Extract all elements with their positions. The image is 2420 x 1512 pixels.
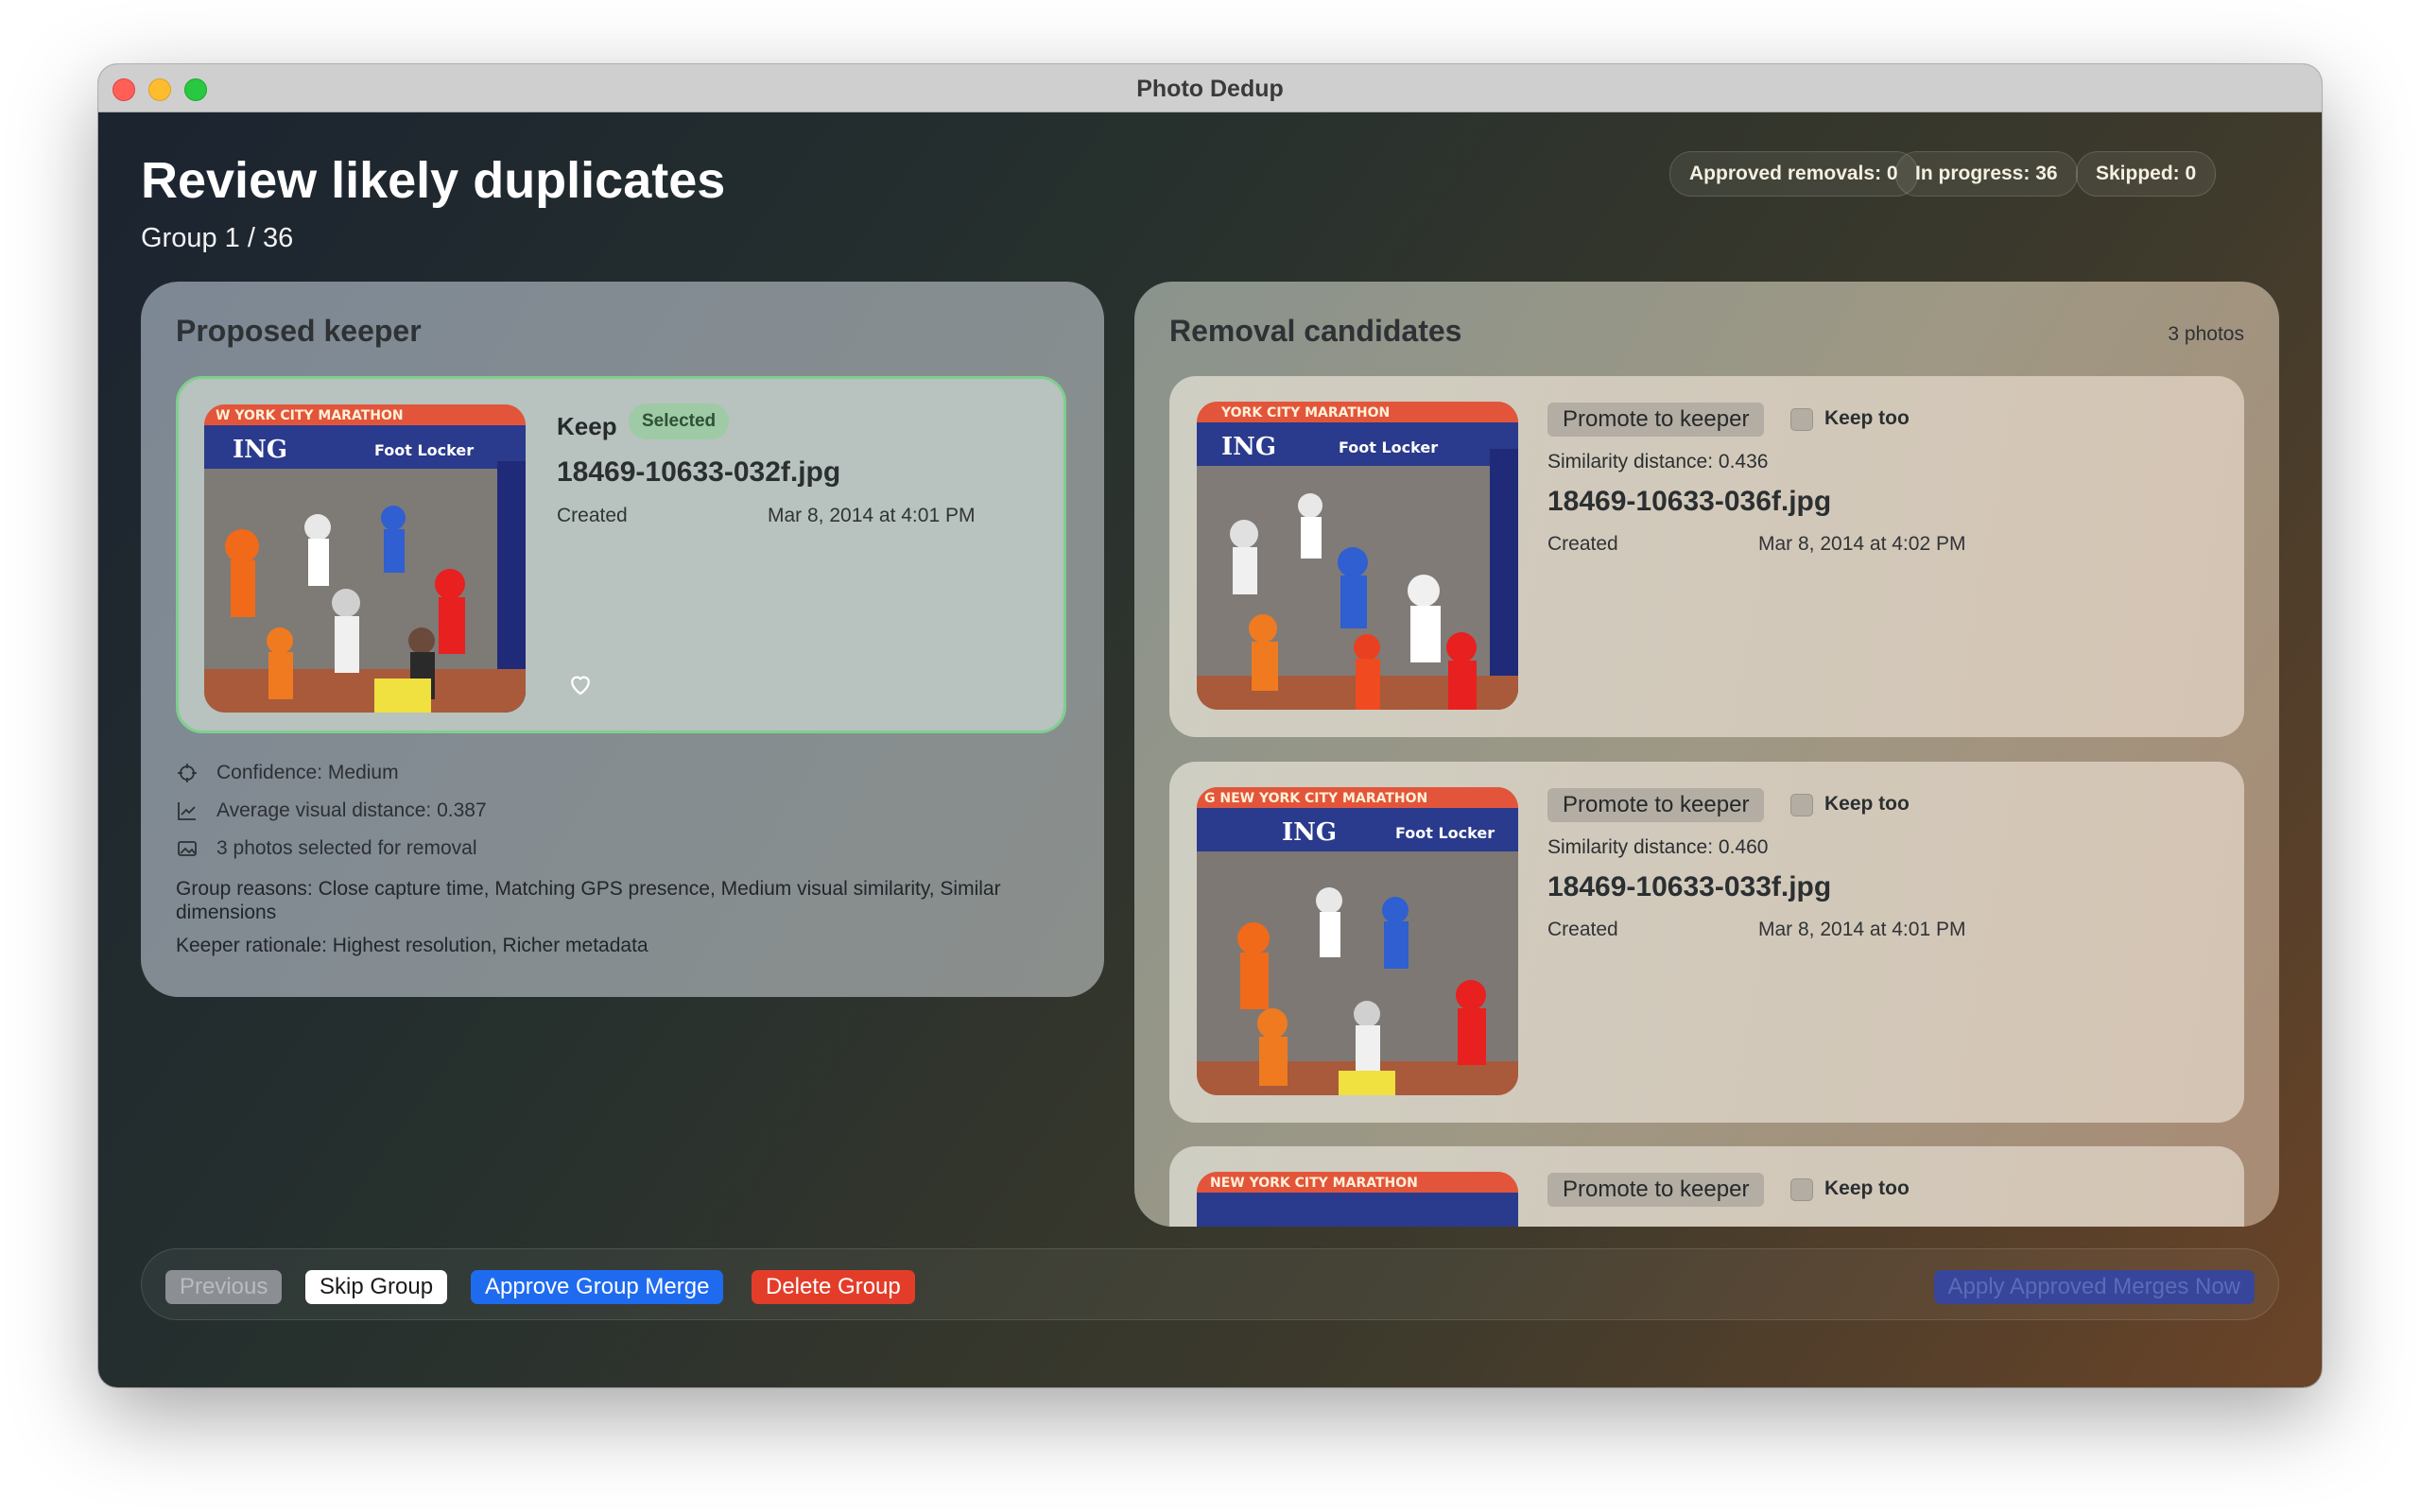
group-reasons: Group reasons: Close capture time, Match… bbox=[176, 878, 1001, 923]
app-window: Photo Dedup Review likely duplicates Gro… bbox=[98, 64, 2322, 1387]
panel-title-keeper: Proposed keeper bbox=[176, 314, 422, 348]
candidate-created-value: Mar 8, 2014 at 4:01 PM bbox=[1758, 919, 1966, 940]
keeper-filename: 18469-10633-032f.jpg bbox=[557, 456, 841, 488]
delete-group-button[interactable]: Delete Group bbox=[752, 1270, 915, 1304]
skipped-badge: Skipped: 0 bbox=[2076, 151, 2217, 197]
keeper-created-label: Created bbox=[557, 505, 628, 526]
checkbox-box[interactable] bbox=[1790, 1178, 1813, 1201]
confidence-text: Confidence: Medium bbox=[216, 762, 399, 783]
keep-too-label: Keep too bbox=[1824, 1177, 1910, 1199]
candidate-card[interactable]: NEW YORK CITY MARATHON Promote to keeper… bbox=[1169, 1146, 2244, 1227]
title-bar: Photo Dedup bbox=[98, 64, 2322, 112]
window-title: Photo Dedup bbox=[1136, 76, 1284, 102]
apply-approved-merges-button[interactable]: Apply Approved Merges Now bbox=[1933, 1270, 2255, 1304]
promote-to-keeper-button[interactable]: Promote to keeper bbox=[1547, 788, 1765, 822]
previous-button[interactable]: Previous bbox=[165, 1270, 283, 1304]
checkbox-box[interactable] bbox=[1790, 794, 1813, 816]
approved-removals-badge: Approved removals: 0 bbox=[1669, 151, 1918, 197]
keep-label: Keep bbox=[557, 412, 617, 440]
similarity-distance: Similarity distance: 0.436 bbox=[1547, 451, 1769, 472]
chart-icon bbox=[176, 799, 199, 822]
panel-title-candidates: Removal candidates bbox=[1169, 314, 1462, 348]
candidate-count: 3 photos bbox=[2168, 323, 2244, 345]
keeper-card[interactable]: W YORK CITY MARATHON ING Foot Locker Kee… bbox=[176, 376, 1066, 733]
keep-too-label: Keep too bbox=[1824, 793, 1910, 815]
approve-group-merge-button[interactable]: Approve Group Merge bbox=[471, 1270, 724, 1304]
selected-badge: Selected bbox=[629, 404, 730, 439]
keeper-rationale: Keeper rationale: Highest resolution, Ri… bbox=[176, 935, 648, 956]
candidate-filename: 18469-10633-033f.jpg bbox=[1547, 871, 1832, 902]
svg-text:YORK CITY MARATHON: YORK CITY MARATHON bbox=[1220, 405, 1390, 421]
candidate-card[interactable]: YORK CITY MARATHON ING Foot Locker Promo… bbox=[1169, 376, 2244, 737]
candidate-created-label: Created bbox=[1547, 533, 1618, 555]
candidate-thumbnail[interactable]: YORK CITY MARATHON ING Foot Locker bbox=[1197, 402, 1518, 710]
candidate-thumbnail[interactable]: NEW YORK CITY MARATHON bbox=[1197, 1172, 1518, 1227]
candidate-card[interactable]: G NEW YORK CITY MARATHON ING Foot Locker… bbox=[1169, 762, 2244, 1123]
avg-distance-text: Average visual distance: 0.387 bbox=[216, 799, 487, 821]
promote-to-keeper-button[interactable]: Promote to keeper bbox=[1547, 403, 1765, 437]
photos-icon bbox=[176, 837, 199, 860]
skip-group-button[interactable]: Skip Group bbox=[305, 1270, 448, 1304]
candidate-created-value: Mar 8, 2014 at 4:02 PM bbox=[1758, 533, 1966, 555]
action-bar: Previous Skip Group Approve Group Merge … bbox=[141, 1248, 2279, 1320]
svg-text:Foot Locker: Foot Locker bbox=[1395, 824, 1495, 842]
confidence-icon bbox=[176, 762, 199, 784]
checkbox-box[interactable] bbox=[1790, 408, 1813, 431]
in-progress-badge: In progress: 36 bbox=[1895, 151, 2078, 197]
group-counter: Group 1 / 36 bbox=[141, 223, 294, 253]
svg-text:Foot Locker: Foot Locker bbox=[1339, 438, 1438, 456]
promote-to-keeper-button[interactable]: Promote to keeper bbox=[1547, 1173, 1765, 1207]
svg-text:W YORK CITY MARATHON: W YORK CITY MARATHON bbox=[216, 408, 404, 423]
removal-candidates-panel: Removal candidates 3 photos YORK CITY MA… bbox=[1134, 282, 2279, 1227]
svg-text:ING: ING bbox=[1221, 433, 1276, 461]
candidate-created-label: Created bbox=[1547, 919, 1618, 940]
similarity-distance: Similarity distance: 0.460 bbox=[1547, 836, 1769, 858]
candidate-filename: 18469-10633-036f.jpg bbox=[1547, 486, 1832, 517]
svg-text:ING: ING bbox=[233, 436, 287, 464]
candidate-thumbnail[interactable]: G NEW YORK CITY MARATHON ING Foot Locker bbox=[1197, 787, 1518, 1095]
proposed-keeper-panel: Proposed keeper W YORK CITY MARATHON ING… bbox=[141, 282, 1104, 997]
selected-count-text: 3 photos selected for removal bbox=[216, 837, 477, 859]
svg-text:Foot Locker: Foot Locker bbox=[374, 441, 474, 459]
keeper-created-value: Mar 8, 2014 at 4:01 PM bbox=[768, 505, 976, 526]
keeper-thumbnail[interactable]: W YORK CITY MARATHON ING Foot Locker bbox=[204, 404, 526, 713]
svg-text:G NEW YORK CITY MARATHON: G NEW YORK CITY MARATHON bbox=[1204, 791, 1427, 806]
keep-too-label: Keep too bbox=[1824, 407, 1910, 429]
svg-text:NEW YORK CITY MARATHON: NEW YORK CITY MARATHON bbox=[1210, 1176, 1418, 1191]
svg-text:ING: ING bbox=[1282, 818, 1337, 847]
page-title: Review likely duplicates bbox=[141, 152, 726, 209]
heart-icon[interactable] bbox=[566, 670, 595, 698]
